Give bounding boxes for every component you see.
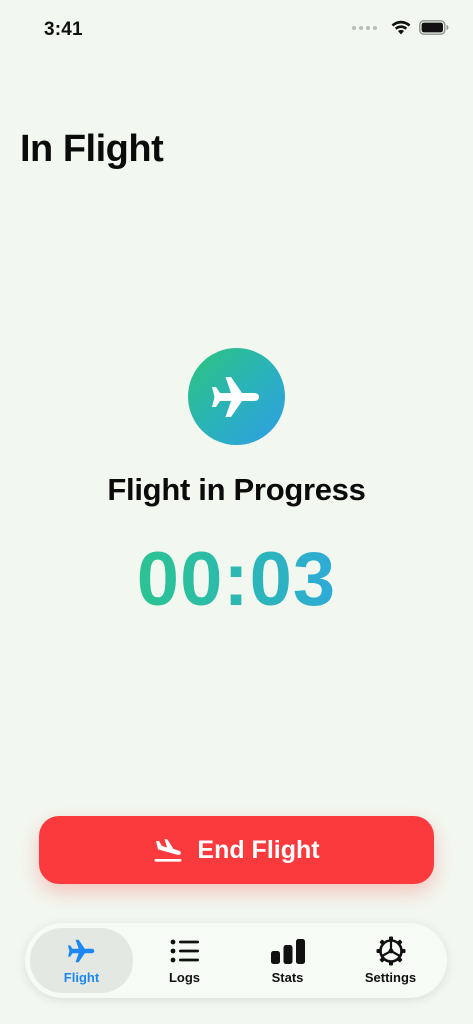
signal-dots-icon: [352, 25, 377, 30]
status-bar: 3:41: [0, 0, 473, 60]
status-icons: [352, 20, 449, 35]
page-title: In Flight: [20, 128, 164, 170]
tab-label: Logs: [168, 970, 201, 985]
tab-settings[interactable]: Settings: [339, 928, 442, 993]
airplane-icon: [211, 376, 259, 417]
list-icon: [170, 939, 199, 963]
gear-icon: [376, 936, 405, 966]
tab-stats[interactable]: Stats: [236, 928, 339, 993]
flight-status-label: Flight in Progress: [107, 472, 366, 507]
tab-label: Flight: [63, 970, 100, 985]
end-flight-label: End Flight: [197, 835, 320, 864]
elapsed-timer: 00:03: [0, 536, 473, 623]
bar-chart-icon: [270, 939, 305, 964]
battery-icon: [419, 20, 449, 35]
wifi-icon: [391, 20, 411, 35]
airplane-icon: [67, 939, 94, 963]
flight-status-badge: [188, 348, 285, 445]
end-flight-button[interactable]: End Flight: [39, 816, 434, 884]
tab-flight[interactable]: Flight: [30, 928, 133, 993]
tab-label: Settings: [364, 970, 417, 985]
tab-bar: Flight Logs Stats Settings: [25, 923, 447, 998]
status-time: 3:41: [44, 19, 83, 40]
tab-logs[interactable]: Logs: [133, 928, 236, 993]
airplane-landing-icon: [154, 839, 182, 862]
tab-label: Stats: [271, 970, 304, 985]
